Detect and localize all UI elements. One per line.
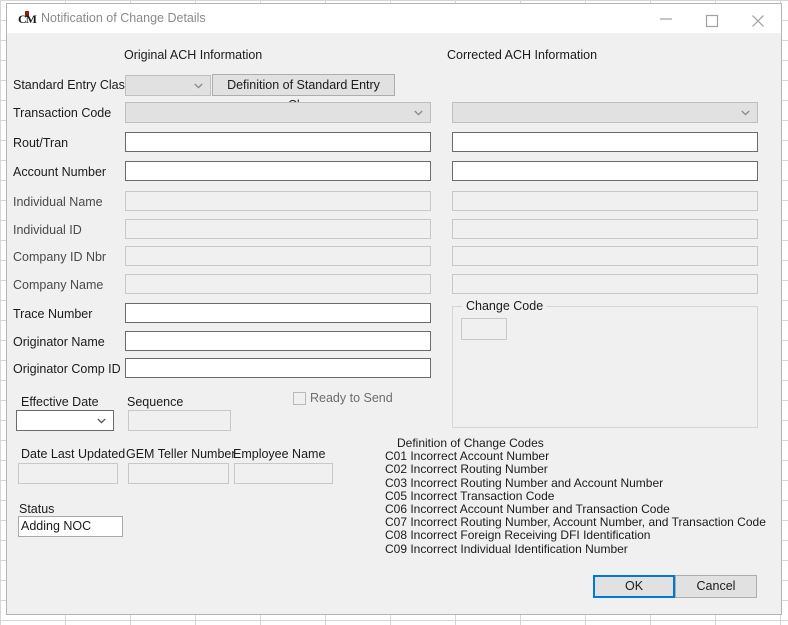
transaction-code-dropdown-original[interactable] [125,102,431,123]
gem-teller-number-input[interactable] [128,463,229,484]
window-title: Notification of Change Details [41,11,206,25]
account-number-label: Account Number [13,165,107,179]
originator-name-input[interactable] [125,331,431,351]
cancel-button[interactable]: Cancel [675,575,757,598]
notification-of-change-dialog: CM Notification of Change Details Origin… [6,3,782,615]
minimize-icon[interactable] [643,4,689,33]
individual-name-input-original[interactable] [125,191,431,211]
originator-comp-id-input[interactable] [125,358,431,378]
company-name-label: Company Name [13,278,104,292]
trace-number-input[interactable] [125,303,431,323]
transaction-code-label: Transaction Code [13,106,112,120]
change-code-definition-item: C08 Incorrect Foreign Receiving DFI Iden… [385,528,651,543]
standard-entry-class-label: Standard Entry Class [13,78,132,92]
originator-name-label: Originator Name [13,335,105,349]
employee-name-label: Employee Name [233,447,326,461]
employee-name-input[interactable] [234,463,333,484]
title-bar[interactable]: CM Notification of Change Details [7,4,781,33]
company-id-nbr-label: Company ID Nbr [13,250,107,264]
date-last-updated-label: Date Last Updated [21,447,126,461]
corrected-ach-header: Corrected ACH Information [447,48,598,62]
change-code-legend: Change Code [462,299,548,313]
original-ach-header: Original ACH Information [124,48,263,62]
close-icon[interactable] [735,4,781,33]
rout-tran-input-corrected[interactable] [452,132,758,152]
status-label: Status [19,502,55,516]
gem-teller-number-label: GEM Teller Number [126,447,236,461]
company-name-input-original[interactable] [125,274,431,294]
individual-id-input-corrected[interactable] [452,219,758,239]
change-code-definition-item: C02 Incorrect Routing Number [385,462,548,477]
transaction-code-dropdown-corrected[interactable] [452,102,758,123]
company-id-nbr-input-original[interactable] [125,246,431,266]
originator-comp-id-label: Originator Comp ID [13,362,121,376]
account-number-input-original[interactable] [125,161,431,181]
company-id-nbr-input-corrected[interactable] [452,246,758,266]
app-logo-icon: CM [17,10,37,29]
individual-name-input-corrected[interactable] [452,191,758,211]
trace-number-label: Trace Number [13,307,93,321]
individual-name-label: Individual Name [13,195,103,209]
individual-id-input-original[interactable] [125,219,431,239]
standard-entry-class-dropdown[interactable] [125,75,211,96]
maximize-icon[interactable] [689,4,735,33]
change-code-definition-item: C09 Incorrect Individual Identification … [385,541,628,556]
sequence-input[interactable] [128,410,231,431]
change-code-definition-item: C03 Incorrect Routing Number and Account… [385,475,664,490]
individual-id-label: Individual ID [13,223,82,237]
company-name-input-corrected[interactable] [452,274,758,294]
change-code-input[interactable] [461,318,507,340]
status-input[interactable]: Adding NOC [18,516,123,537]
change-code-definitions: Definition of Change Codes C01 Incorrect… [385,436,766,556]
date-last-updated-input[interactable] [18,463,118,484]
ok-button[interactable]: OK [593,575,675,598]
effective-date-dropdown[interactable] [16,410,114,431]
effective-date-label: Effective Date [21,395,99,409]
ready-to-send-label: Ready to Send [310,391,393,405]
rout-tran-input-original[interactable] [125,132,431,152]
sequence-label: Sequence [127,395,184,409]
account-number-input-corrected[interactable] [452,161,758,181]
definition-of-standard-entry-class-button[interactable]: Definition of Standard Entry Class [212,74,395,112]
rout-tran-label: Rout/Tran [13,136,69,150]
ready-to-send-checkbox[interactable] [293,392,306,405]
